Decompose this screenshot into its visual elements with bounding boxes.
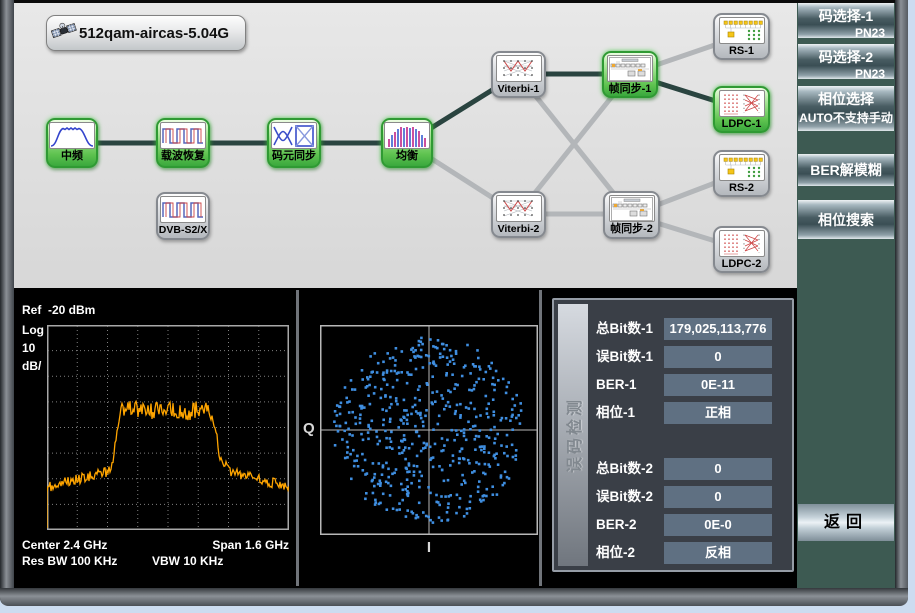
- node-label: 帧同步-1: [609, 83, 652, 96]
- spectrum-rbw-label: Res BW 100 KHz: [22, 554, 117, 568]
- ber-row-label-6: 误Bit数-2: [596, 486, 662, 508]
- node-label: 均衡: [396, 150, 418, 163]
- constellation-plot: [320, 325, 538, 535]
- sidebar-button-sublabel: PN23: [798, 26, 894, 40]
- sidebar-button-sublabel: AUTO不支持手动: [798, 109, 894, 126]
- node-carrier-recovery[interactable]: 载波恢复: [156, 118, 210, 168]
- sidebar-button-phase-search[interactable]: 相位搜索: [798, 200, 894, 239]
- sidebar-button-code-select-2[interactable]: 码选择-2PN23: [798, 44, 894, 79]
- node-rs-2[interactable]: RS-2: [713, 150, 770, 197]
- trellis-icon: [496, 55, 542, 82]
- node-label: 码元同步: [272, 150, 316, 163]
- sidebar-button-label: 码选择-1: [798, 6, 894, 26]
- ldpc-icon: [719, 230, 765, 257]
- ber-row-value-7: 0E-0: [664, 514, 772, 536]
- node-if[interactable]: 中频: [46, 118, 98, 168]
- node-label: RS-2: [729, 182, 754, 195]
- diagram-canvas: 512qam-aircas-5.04G 中频 载波恢复 码元同步 均衡 DVB-S2/X…: [14, 3, 797, 288]
- sidebar-button-label: 相位选择: [798, 89, 894, 109]
- spectrum-ref-label: Ref -20 dBm: [22, 303, 95, 317]
- ber-row-value-3: 0E-11: [664, 374, 772, 396]
- panel-divider-1: [296, 290, 299, 586]
- bandpass-icon: [49, 122, 95, 149]
- node-label: LDPC-1: [722, 118, 762, 131]
- ber-row-label-8: 相位-2: [596, 542, 662, 564]
- equalizer-icon: [384, 122, 430, 149]
- ldpc-icon: [719, 90, 765, 117]
- signal-title-button[interactable]: 512qam-aircas-5.04G: [46, 15, 246, 51]
- window-frame-right: [895, 0, 908, 606]
- constellation-i-axis-label: I: [320, 539, 538, 556]
- framesync-icon: [607, 55, 653, 82]
- ber-row-label-4: 相位-1: [596, 402, 662, 424]
- ber-row-value-1: 179,025,113,776: [664, 318, 772, 340]
- ber-panel-side-strip: 误码检测: [558, 304, 588, 566]
- ber-panel-side-label: 误码检测: [561, 397, 585, 473]
- back-button[interactable]: 返回: [798, 504, 894, 541]
- window-frame-bottom: [0, 588, 908, 606]
- sidebar: 码选择-1PN23码选择-2PN23相位选择AUTO不支持手动BER解模糊相位搜…: [797, 3, 895, 588]
- spectrum-scale-label: Log 10 dB/: [22, 321, 44, 375]
- ber-row-value-8: 反相: [664, 542, 772, 564]
- spectrum-vbw-label: VBW 10 KHz: [152, 554, 223, 568]
- node-equalizer[interactable]: 均衡: [381, 118, 433, 168]
- node-rs-1[interactable]: RS-1: [713, 13, 770, 60]
- squarewave-icon: [160, 122, 206, 149]
- spectrum-span-label: Span 1.6 GHz: [189, 538, 289, 552]
- panel-divider-2: [539, 290, 542, 586]
- window-frame-left: [0, 0, 14, 606]
- node-viterbi-2[interactable]: Viterbi-2: [491, 191, 546, 238]
- ber-row-value-5: 0: [664, 458, 772, 480]
- node-ldpc-2[interactable]: LDPC-2: [713, 226, 770, 273]
- ber-row-label-1: 总Bit数-1: [596, 318, 662, 340]
- ber-row-value-4: 正相: [664, 402, 772, 424]
- satellite-icon: [51, 18, 77, 49]
- node-label: Viterbi-2: [498, 223, 540, 236]
- node-label: RS-1: [729, 45, 754, 58]
- sidebar-button-ber-deambiguity[interactable]: BER解模糊: [798, 154, 894, 186]
- framesync-icon: [609, 195, 655, 222]
- signal-title-label: 512qam-aircas-5.04G: [79, 25, 229, 42]
- ber-row-value-6: 0: [664, 486, 772, 508]
- node-label: DVB-S2/X: [159, 224, 207, 237]
- sidebar-button-code-select-1[interactable]: 码选择-1PN23: [798, 3, 894, 38]
- constellation-q-axis-label: Q: [303, 420, 315, 437]
- node-symbol-sync[interactable]: 码元同步: [267, 118, 321, 168]
- node-viterbi-1[interactable]: Viterbi-1: [491, 51, 546, 98]
- eye-diagram-icon: [271, 122, 317, 149]
- ber-row-value-2: 0: [664, 346, 772, 368]
- node-label: 帧同步-2: [610, 223, 653, 236]
- ber-row-label-7: BER-2: [596, 514, 662, 536]
- node-ldpc-1[interactable]: LDPC-1: [713, 86, 770, 133]
- sidebar-button-label: 码选择-2: [798, 47, 894, 67]
- rs-icon: [719, 154, 765, 181]
- node-dvb-s2x[interactable]: DVB-S2/X: [156, 192, 210, 240]
- spectrum-plot: [47, 325, 289, 530]
- node-frame-sync-2[interactable]: 帧同步-2: [603, 191, 660, 239]
- ber-panel: 误码检测 总Bit数-1179,025,113,776误Bit数-10BER-1…: [552, 298, 794, 572]
- spectrum-center-label: Center 2.4 GHz: [22, 538, 107, 552]
- sidebar-button-label: BER解模糊: [798, 157, 894, 184]
- app-window: 512qam-aircas-5.04G 中频 载波恢复 码元同步 均衡 DVB-S2/X…: [0, 0, 915, 613]
- ber-row-label-3: BER-1: [596, 374, 662, 396]
- sidebar-button-phase-select[interactable]: 相位选择AUTO不支持手动: [798, 86, 894, 131]
- ber-row-label-2: 误Bit数-1: [596, 346, 662, 368]
- squarewave-icon: [160, 196, 206, 223]
- node-label: 中频: [61, 150, 83, 163]
- trellis-icon: [496, 195, 542, 222]
- window-frame-top: [0, 0, 908, 3]
- sidebar-button-label: 相位搜索: [798, 203, 894, 237]
- sidebar-button-sublabel: PN23: [798, 67, 894, 81]
- node-label: 载波恢复: [161, 150, 205, 163]
- rs-icon: [719, 17, 765, 44]
- node-label: LDPC-2: [722, 258, 762, 271]
- ber-row-label-5: 总Bit数-2: [596, 458, 662, 480]
- node-frame-sync-1[interactable]: 帧同步-1: [602, 51, 658, 98]
- node-label: Viterbi-1: [498, 83, 540, 96]
